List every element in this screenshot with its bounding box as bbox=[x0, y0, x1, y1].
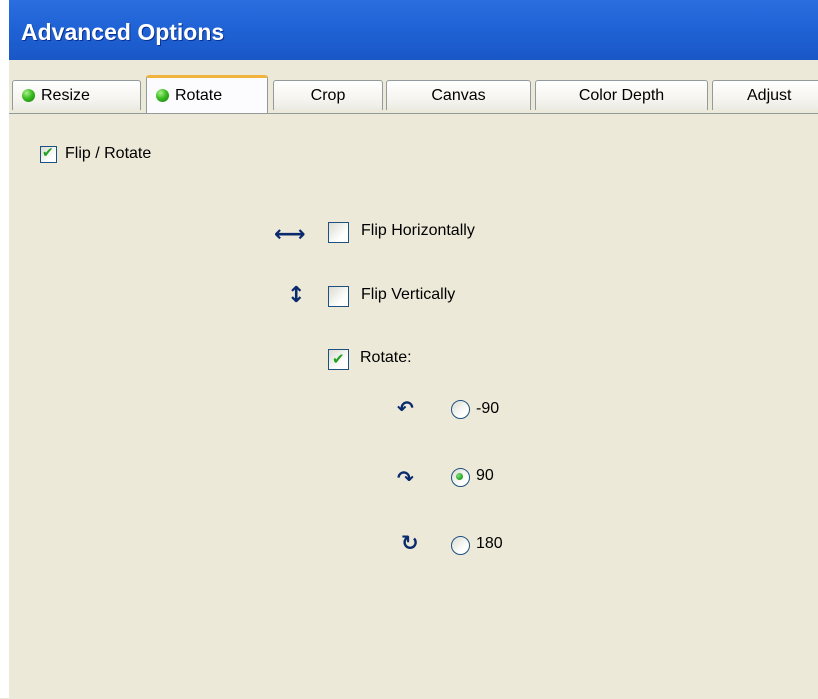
tab-label: Resize bbox=[41, 86, 90, 104]
tab-rotate[interactable]: Rotate bbox=[146, 75, 268, 113]
rotate-right-icon: ↷ bbox=[397, 466, 414, 490]
window-left-edge bbox=[0, 0, 9, 698]
check-mark-icon: ✔ bbox=[332, 350, 345, 368]
rotate-minus-90-radio[interactable] bbox=[451, 400, 470, 419]
tab-label: Canvas bbox=[431, 86, 486, 104]
tab-canvas[interactable]: Canvas bbox=[386, 80, 531, 110]
rotate-180-radio[interactable] bbox=[451, 536, 470, 555]
rotate-minus-90-label: -90 bbox=[476, 400, 500, 417]
green-dot-icon bbox=[156, 89, 169, 102]
rotate-label: Rotate: bbox=[360, 349, 412, 366]
green-dot-icon bbox=[22, 89, 35, 102]
flip-horizontally-label: Flip Horizontally bbox=[361, 222, 475, 239]
horizontal-arrows-icon: ⟷ bbox=[274, 222, 306, 247]
rotate-180-label: 180 bbox=[476, 535, 503, 552]
tab-label: Adjust bbox=[747, 86, 792, 104]
tab-strip: Resize Rotate Crop Canvas Color Depth Ad… bbox=[9, 72, 818, 113]
rotate-90-radio[interactable] bbox=[451, 468, 470, 487]
tab-label: Crop bbox=[310, 86, 346, 104]
tab-label: Color Depth bbox=[578, 86, 665, 104]
tab-label: Rotate bbox=[175, 86, 223, 104]
tab-color-depth[interactable]: Color Depth bbox=[535, 80, 708, 110]
flip-vertically-checkbox[interactable] bbox=[328, 286, 349, 307]
flip-rotate-checkbox[interactable]: ✔ bbox=[40, 145, 57, 163]
tab-crop[interactable]: Crop bbox=[273, 80, 383, 110]
check-mark-icon: ✔ bbox=[42, 145, 54, 161]
tab-adjust[interactable]: Adjust bbox=[712, 80, 818, 110]
radio-selected-dot bbox=[456, 473, 463, 480]
rotate-180-icon: ↻ bbox=[401, 531, 419, 555]
vertical-arrows-icon: ↕ bbox=[287, 283, 306, 308]
flip-horizontally-checkbox[interactable] bbox=[328, 222, 349, 243]
rotate-checkbox[interactable]: ✔ bbox=[328, 349, 349, 370]
tab-resize[interactable]: Resize bbox=[12, 80, 141, 110]
rotate-90-label: 90 bbox=[476, 467, 494, 484]
rotate-left-icon: ↶ bbox=[397, 396, 414, 420]
flip-rotate-label: Flip / Rotate bbox=[65, 145, 152, 162]
flip-vertically-label: Flip Vertically bbox=[361, 286, 456, 303]
title-bar[interactable]: Advanced Options bbox=[9, 0, 818, 60]
window-title: Advanced Options bbox=[21, 19, 225, 45]
